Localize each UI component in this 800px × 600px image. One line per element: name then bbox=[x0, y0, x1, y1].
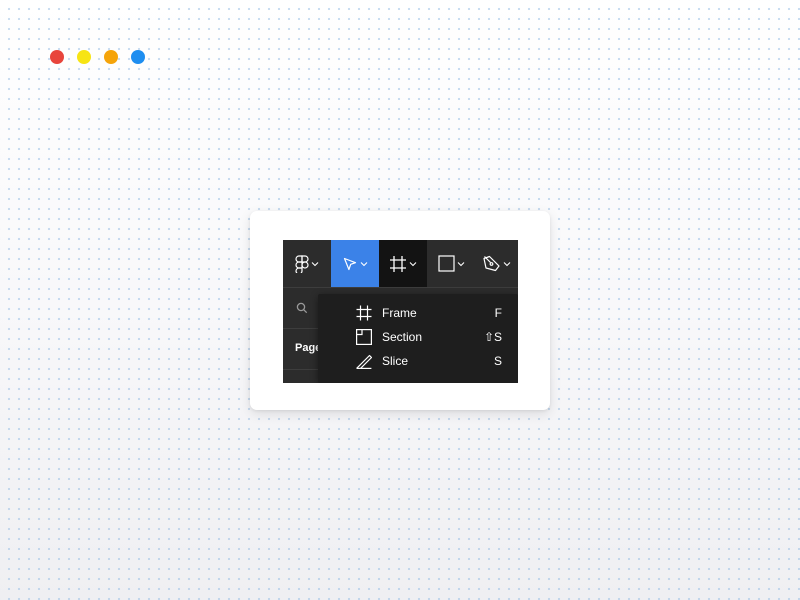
chevron-down-icon bbox=[457, 261, 464, 266]
frame-hash-icon bbox=[356, 305, 372, 321]
preview-card: Page Frame F Section ⇧S Slice S bbox=[250, 211, 550, 410]
yellow-dot bbox=[77, 50, 91, 64]
toolbar bbox=[283, 240, 518, 287]
menu-item-shortcut: F bbox=[494, 306, 502, 320]
chevron-down-icon bbox=[360, 261, 368, 266]
pen-nib-icon bbox=[482, 255, 500, 271]
menu-item-frame[interactable]: Frame F bbox=[318, 301, 518, 325]
chevron-down-icon bbox=[409, 261, 417, 266]
menu-item-shortcut: S bbox=[493, 354, 502, 368]
main-menu-button[interactable] bbox=[283, 240, 330, 287]
menu-item-shortcut: ⇧S bbox=[483, 330, 502, 344]
menu-item-label: Section bbox=[382, 330, 423, 344]
menu-item-label: Frame bbox=[382, 306, 417, 320]
frame-tool-button[interactable] bbox=[379, 240, 427, 287]
slice-knife-icon bbox=[356, 354, 372, 369]
pen-tool-button[interactable] bbox=[475, 240, 518, 287]
menu-item-slice[interactable]: Slice S bbox=[318, 349, 518, 373]
blue-dot bbox=[131, 50, 145, 64]
cursor-arrow-icon bbox=[343, 257, 357, 270]
menu-item-label: Slice bbox=[382, 354, 409, 368]
figma-logo-icon bbox=[294, 254, 309, 273]
rectangle-icon bbox=[437, 255, 455, 272]
menu-item-section[interactable]: Section ⇧S bbox=[318, 325, 518, 349]
editor-snippet: Page Frame F Section ⇧S Slice S bbox=[283, 240, 518, 383]
chevron-down-icon bbox=[503, 261, 510, 266]
shape-tool-button[interactable] bbox=[429, 240, 473, 287]
frame-hash-icon bbox=[390, 255, 406, 272]
red-dot bbox=[50, 50, 64, 64]
move-tool-button[interactable] bbox=[331, 240, 379, 287]
frame-tool-dropdown: Frame F Section ⇧S Slice S bbox=[318, 294, 518, 383]
section-icon bbox=[356, 329, 372, 345]
search-icon bbox=[296, 302, 308, 314]
orange-dot bbox=[104, 50, 118, 64]
chevron-down-icon bbox=[311, 261, 318, 266]
